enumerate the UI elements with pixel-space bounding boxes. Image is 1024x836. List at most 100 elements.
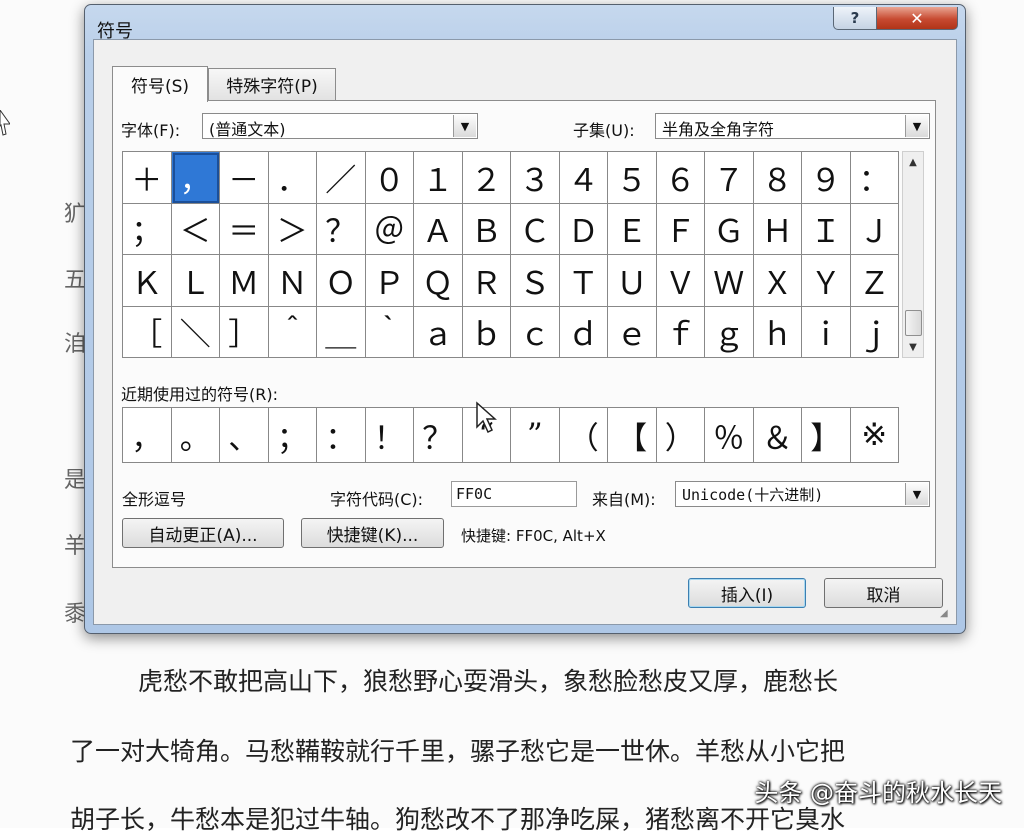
- symbol-cell[interactable]: ］: [220, 306, 269, 358]
- cancel-button[interactable]: 取消: [824, 578, 943, 608]
- symbol-cell[interactable]: ＝: [220, 203, 269, 255]
- symbol-cell[interactable]: ．: [268, 152, 317, 204]
- symbol-cell[interactable]: ３: [511, 152, 560, 204]
- recent-symbol-cell[interactable]: 】: [802, 408, 851, 463]
- symbol-cell[interactable]: Ｗ: [705, 255, 754, 307]
- recent-symbol-cell[interactable]: 。: [171, 408, 220, 463]
- insert-button[interactable]: 插入(I): [688, 578, 806, 608]
- recent-symbol-cell[interactable]: ；: [268, 408, 317, 463]
- symbol-cell[interactable]: ＿: [317, 306, 366, 358]
- recent-symbol-cell[interactable]: ，: [123, 408, 172, 463]
- symbol-cell[interactable]: Ｘ: [753, 255, 802, 307]
- symbol-cell[interactable]: ｅ: [608, 306, 657, 358]
- symbol-cell[interactable]: ７: [705, 152, 754, 204]
- tab-symbols[interactable]: 符号(S): [112, 66, 208, 102]
- scroll-up-icon[interactable]: ▲: [903, 153, 923, 171]
- symbol-cell[interactable]: Ａ: [414, 203, 463, 255]
- symbol-cell[interactable]: Ｎ: [268, 255, 317, 307]
- symbol-cell[interactable]: ［: [123, 306, 172, 358]
- recent-symbol-cell[interactable]: ※: [850, 408, 899, 463]
- symbol-cell[interactable]: Ｍ: [220, 255, 269, 307]
- autocorrect-button[interactable]: 自动更正(A)...: [122, 518, 284, 548]
- symbol-cell[interactable]: １: [414, 152, 463, 204]
- symbol-cell[interactable]: Ｓ: [511, 255, 560, 307]
- symbol-cell[interactable]: ６: [656, 152, 705, 204]
- symbol-cell[interactable]: ｉ: [802, 306, 851, 358]
- help-icon[interactable]: ?: [833, 7, 877, 30]
- subset-select[interactable]: 半角及全角字符 ▼: [655, 113, 930, 139]
- symbol-cell[interactable]: ｆ: [656, 306, 705, 358]
- font-select[interactable]: (普通文本) ▼: [202, 113, 478, 139]
- symbol-cell[interactable]: Ｄ: [559, 203, 608, 255]
- symbol-cell[interactable]: ＾: [268, 306, 317, 358]
- symbol-cell[interactable]: ｊ: [850, 306, 899, 358]
- symbol-cell[interactable]: ｃ: [511, 306, 560, 358]
- recent-symbol-cell[interactable]: ：: [317, 408, 366, 463]
- chevron-down-icon[interactable]: ▼: [453, 115, 476, 137]
- symbol-cell[interactable]: ０: [365, 152, 414, 204]
- symbol-cell[interactable]: Ｙ: [802, 255, 851, 307]
- close-icon[interactable]: ✕: [876, 7, 958, 30]
- symbol-grid: ＋，－．／ ０ １ ２ ３ ４ ５ ６ ７ ８ ９： ；＜＝＞？＠ Ａ Ｂ Ｃ Ｄ Ｅ Ｆ Ｇ Ｈ Ｉ Ｊ Ｋ Ｌ Ｍ Ｎ Ｏ Ｐ Ｑ Ｒ…: [122, 151, 899, 358]
- scroll-thumb[interactable]: [905, 310, 922, 336]
- symbol-cell[interactable]: Ｔ: [559, 255, 608, 307]
- symbol-cell[interactable]: ，: [171, 152, 220, 204]
- symbol-cell[interactable]: Ｏ: [317, 255, 366, 307]
- symbol-cell[interactable]: ；: [123, 203, 172, 255]
- symbol-cell[interactable]: ＜: [171, 203, 220, 255]
- symbol-cell[interactable]: Ｑ: [414, 255, 463, 307]
- symbol-cell[interactable]: Ｖ: [656, 255, 705, 307]
- symbol-cell[interactable]: Ｆ: [656, 203, 705, 255]
- symbol-cell[interactable]: Ｐ: [365, 255, 414, 307]
- symbol-cell[interactable]: Ｕ: [608, 255, 657, 307]
- recent-symbol-cell[interactable]: ％: [705, 408, 754, 463]
- symbol-cell[interactable]: Ｇ: [705, 203, 754, 255]
- symbol-cell[interactable]: Ｌ: [171, 255, 220, 307]
- recent-symbol-cell[interactable]: ）: [656, 408, 705, 463]
- symbol-cell[interactable]: ｇ: [705, 306, 754, 358]
- symbol-cell[interactable]: Ｒ: [462, 255, 511, 307]
- symbol-cell[interactable]: Ｋ: [123, 255, 172, 307]
- symbol-cell[interactable]: ＞: [268, 203, 317, 255]
- symbol-cell[interactable]: Ｊ: [850, 203, 899, 255]
- chevron-down-icon[interactable]: ▼: [905, 483, 928, 505]
- from-select[interactable]: Unicode(十六进制) ▼: [675, 481, 930, 507]
- recent-symbol-cell[interactable]: 【: [608, 408, 657, 463]
- symbol-cell[interactable]: Ｉ: [802, 203, 851, 255]
- symbol-cell[interactable]: ４: [559, 152, 608, 204]
- symbol-cell[interactable]: －: [220, 152, 269, 204]
- recent-symbol-cell[interactable]: ＆: [753, 408, 802, 463]
- symbol-cell[interactable]: ２: [462, 152, 511, 204]
- recent-symbol-cell[interactable]: 、: [220, 408, 269, 463]
- symbol-cell[interactable]: ｄ: [559, 306, 608, 358]
- symbol-cell[interactable]: ＼: [171, 306, 220, 358]
- symbol-cell[interactable]: ５: [608, 152, 657, 204]
- symbol-cell[interactable]: ＠: [365, 203, 414, 255]
- recent-symbol-cell[interactable]: ”: [511, 408, 560, 463]
- symbol-cell[interactable]: ／: [317, 152, 366, 204]
- symbol-cell[interactable]: Ｈ: [753, 203, 802, 255]
- recent-symbol-cell[interactable]: ！: [365, 408, 414, 463]
- symbol-cell[interactable]: ｈ: [753, 306, 802, 358]
- symbol-cell[interactable]: Ｃ: [511, 203, 560, 255]
- symbol-cell[interactable]: ｀: [365, 306, 414, 358]
- symbol-cell[interactable]: ９: [802, 152, 851, 204]
- symbol-cell[interactable]: ｂ: [462, 306, 511, 358]
- symbol-cell[interactable]: Ｚ: [850, 255, 899, 307]
- scroll-down-icon[interactable]: ▼: [903, 338, 923, 356]
- char-code-input[interactable]: FF0C: [451, 481, 577, 507]
- chevron-down-icon[interactable]: ▼: [905, 115, 928, 137]
- symbol-cell[interactable]: Ｅ: [608, 203, 657, 255]
- symbol-cell[interactable]: ８: [753, 152, 802, 204]
- tab-special-characters[interactable]: 特殊字符(P): [208, 68, 336, 100]
- symbol-cell[interactable]: ＋: [123, 152, 172, 204]
- recent-symbol-cell[interactable]: （: [559, 408, 608, 463]
- recent-symbol-cell[interactable]: ？: [414, 408, 463, 463]
- symbol-cell[interactable]: ？: [317, 203, 366, 255]
- symbol-cell[interactable]: ：: [850, 152, 899, 204]
- shortcut-key-button[interactable]: 快捷键(K)...: [301, 518, 444, 548]
- symbol-cell[interactable]: ａ: [414, 306, 463, 358]
- symbol-cell[interactable]: Ｂ: [462, 203, 511, 255]
- resize-grip-icon[interactable]: ◢: [940, 608, 952, 620]
- symbol-grid-scrollbar[interactable]: ▲ ▼: [902, 151, 924, 358]
